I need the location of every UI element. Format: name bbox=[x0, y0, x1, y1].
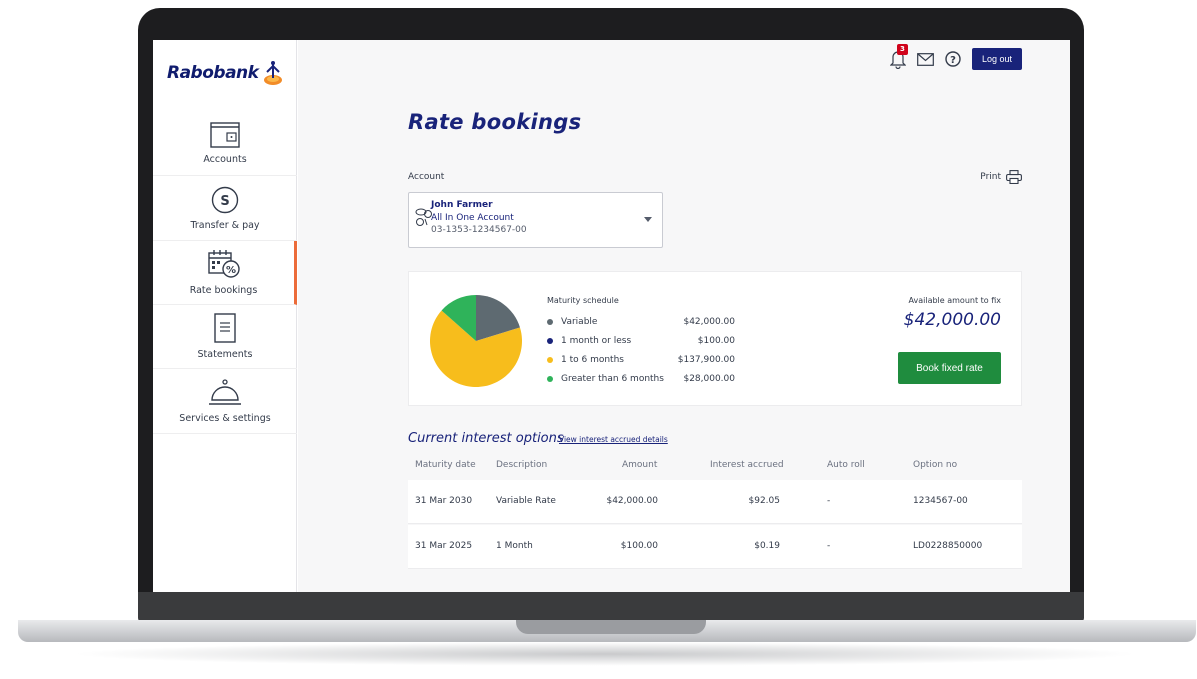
logout-button[interactable]: Log out bbox=[971, 48, 1022, 70]
cell-option-no: LD0228850000 bbox=[913, 541, 983, 551]
cell-interest-accrued: $0.19 bbox=[754, 541, 780, 551]
printer-icon bbox=[1006, 170, 1022, 184]
service-bell-icon bbox=[209, 379, 241, 405]
sidebar-item-services-settings[interactable]: Services & settings bbox=[153, 370, 297, 434]
interest-table-header: Maturity date Description Amount Interes… bbox=[408, 458, 1022, 480]
view-interest-details-link[interactable]: View interest accrued details bbox=[559, 435, 668, 444]
notifications-button[interactable]: 3 bbox=[889, 44, 908, 70]
cell-maturity-date: 31 Mar 2025 bbox=[415, 541, 473, 551]
column-header: Amount bbox=[622, 460, 658, 470]
calendar-percent-icon: % bbox=[207, 250, 240, 278]
cell-option-no: 1234567-00 bbox=[913, 496, 968, 506]
sidebar-item-rate-bookings[interactable]: % Rate bookings bbox=[153, 241, 297, 305]
book-fixed-rate-button[interactable]: Book fixed rate bbox=[898, 352, 1001, 384]
legend-item-1-to-6-months: 1 to 6 months bbox=[547, 355, 624, 365]
sidebar-item-statements[interactable]: Statements bbox=[153, 305, 297, 369]
page-title: Rate bookings bbox=[408, 110, 582, 134]
sidebar-item-label: Rate bookings bbox=[189, 285, 258, 296]
legend-label: 1 month or less bbox=[561, 336, 632, 346]
mail-icon[interactable] bbox=[917, 52, 934, 66]
sidebar-item-label: Transfer & pay bbox=[190, 220, 260, 231]
available-amount: $42,000.00 bbox=[903, 310, 1001, 330]
legend-value: $28,000.00 bbox=[683, 374, 735, 384]
column-header: Interest accrued bbox=[710, 460, 784, 470]
account-label: Account bbox=[408, 172, 445, 182]
cell-interest-accrued: $92.05 bbox=[748, 496, 781, 506]
account-dropdown[interactable]: John Farmer All In One Account 03-1353-1… bbox=[408, 192, 663, 248]
cell-amount: $100.00 bbox=[620, 541, 658, 551]
legend-value: $42,000.00 bbox=[683, 317, 735, 327]
legend-dot bbox=[547, 376, 553, 382]
column-header: Auto roll bbox=[827, 460, 865, 470]
sidebar-item-transfer-pay[interactable]: S Transfer & pay bbox=[153, 177, 297, 241]
legend-item-1-month: 1 month or less bbox=[547, 336, 631, 346]
svg-text:%: % bbox=[225, 265, 235, 276]
sidebar-item-label: Accounts bbox=[203, 154, 247, 165]
legend-value: $100.00 bbox=[697, 336, 735, 346]
top-bar: 3 ? Log out bbox=[889, 44, 1022, 70]
maturity-pie-chart bbox=[430, 295, 522, 387]
column-header: Description bbox=[496, 460, 548, 470]
legend-label: Greater than 6 months bbox=[561, 374, 664, 384]
account-name: John Farmer bbox=[431, 200, 493, 210]
table-row[interactable]: 31 Mar 2025 1 Month $100.00 $0.19 - LD02… bbox=[408, 525, 1022, 569]
document-icon bbox=[214, 313, 236, 343]
logo-emblem-icon bbox=[264, 61, 283, 85]
cell-auto-roll: - bbox=[827, 496, 831, 506]
legend-label: Variable bbox=[561, 317, 598, 327]
cell-amount: $42,000.00 bbox=[606, 496, 658, 506]
sidebar-item-label: Statements bbox=[197, 349, 253, 360]
legend-item-greater-6-months: Greater than 6 months bbox=[547, 374, 664, 384]
sidebar-item-label: Services & settings bbox=[179, 413, 271, 424]
help-icon[interactable]: ? bbox=[945, 51, 961, 67]
cell-maturity-date: 31 Mar 2030 bbox=[415, 496, 473, 506]
legend-dot bbox=[547, 357, 553, 363]
available-amount-label: Available amount to fix bbox=[908, 296, 1001, 305]
rabobank-logo[interactable]: Rabobank bbox=[167, 60, 284, 86]
legend-dot bbox=[547, 319, 553, 325]
main-content: 3 ? Log out Rate bookings Account Print bbox=[298, 40, 1070, 592]
screen: Rabobank Accounts S Transfer & pay % Rat… bbox=[153, 40, 1070, 592]
column-header: Option no bbox=[913, 460, 958, 470]
laptop-shadow bbox=[70, 642, 1140, 666]
laptop-notch bbox=[516, 620, 706, 634]
sidebar-item-accounts[interactable]: Accounts bbox=[153, 112, 297, 176]
dollar-circle-icon: S bbox=[211, 186, 239, 214]
table-row[interactable]: 31 Mar 2030 Variable Rate $42,000.00 $92… bbox=[408, 480, 1022, 524]
laptop-chin bbox=[138, 592, 1084, 622]
account-type: All In One Account bbox=[431, 213, 514, 223]
svg-text:?: ? bbox=[950, 55, 956, 66]
cell-auto-roll: - bbox=[827, 541, 831, 551]
logo-text: Rabobank bbox=[167, 63, 259, 83]
svg-text:S: S bbox=[220, 194, 229, 209]
legend-item-variable: Variable bbox=[547, 317, 597, 327]
sidebar: Rabobank Accounts S Transfer & pay % Rat… bbox=[153, 40, 297, 592]
maturity-schedule-card: Maturity schedule Variable $42,000.00 1 … bbox=[408, 271, 1022, 406]
interest-options-title: Current interest options bbox=[408, 431, 564, 446]
legend-dot bbox=[547, 338, 553, 344]
notification-badge: 3 bbox=[896, 44, 908, 55]
legend-label: 1 to 6 months bbox=[561, 355, 624, 365]
maturity-title: Maturity schedule bbox=[547, 296, 619, 305]
column-header: Maturity date bbox=[415, 460, 476, 470]
chevron-down-icon bbox=[644, 217, 652, 222]
wallet-icon bbox=[210, 122, 240, 148]
cell-description: Variable Rate bbox=[496, 496, 556, 506]
print-button[interactable]: Print bbox=[980, 170, 1022, 184]
account-number: 03-1353-1234567-00 bbox=[431, 225, 527, 235]
legend-value: $137,900.00 bbox=[677, 355, 735, 365]
cell-description: 1 Month bbox=[496, 541, 533, 551]
print-label: Print bbox=[980, 172, 1001, 182]
